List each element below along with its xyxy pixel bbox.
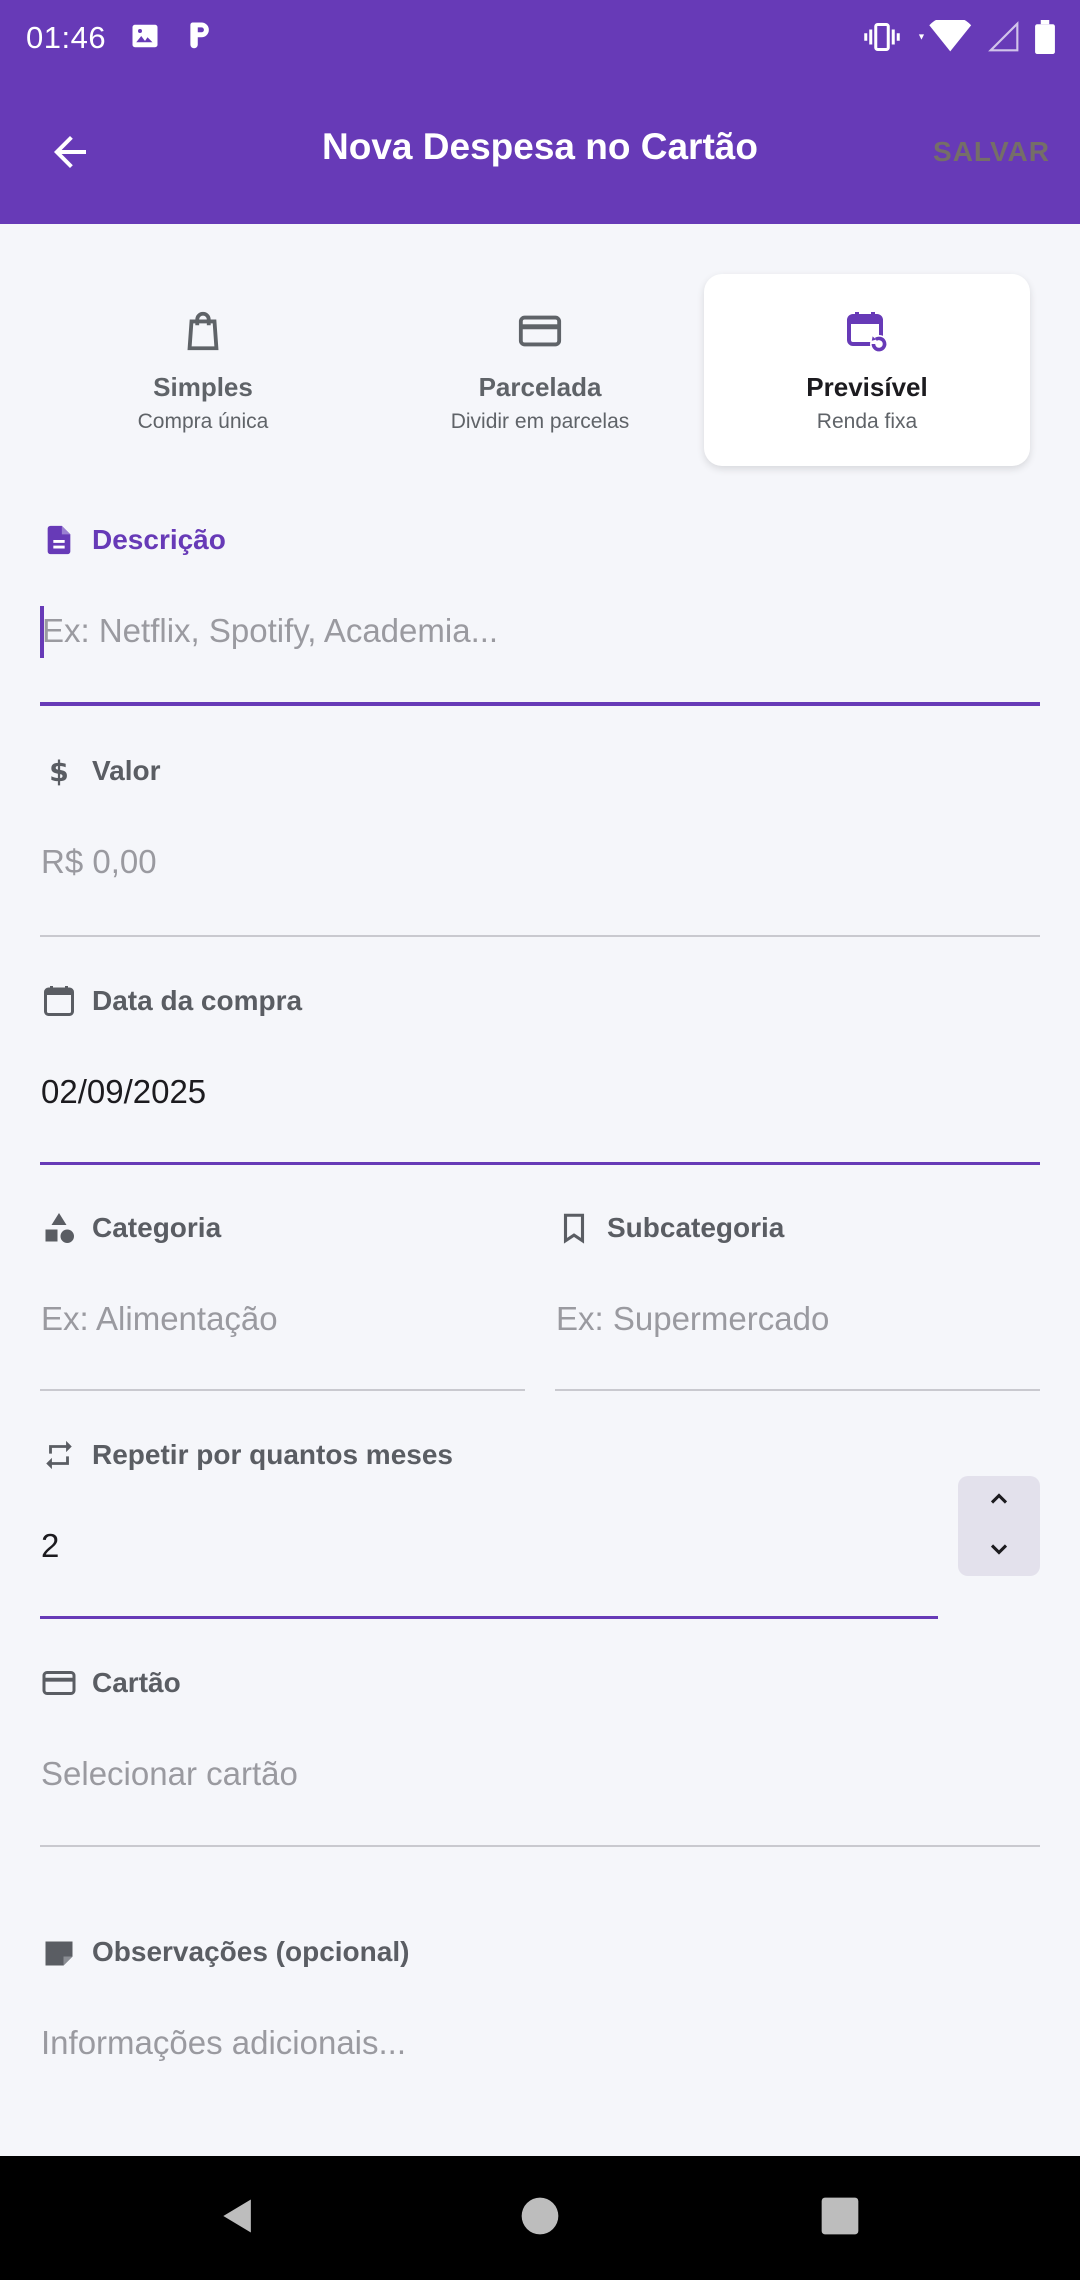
data-compra-underline [40,1162,1040,1165]
type-tab-previsivel[interactable]: Previsível Renda fixa [704,274,1030,466]
descricao-label: Descrição [40,520,226,560]
cartao-label: Cartão [40,1663,181,1703]
repeat-icon [40,1436,78,1474]
repetir-meses-input[interactable]: 2 [41,1527,59,1565]
nav-recents-button[interactable] [808,2186,872,2250]
save-button[interactable]: SALVAR [933,136,1050,168]
type-tab-title: Previsível [806,372,928,402]
vibrate-icon [862,22,902,57]
observacoes-field: Observações (opcional) Informações adici… [40,1932,1040,2082]
credit-card-icon [517,308,563,356]
recents-square-icon [820,2196,860,2241]
descricao-field: Descrição Ex: Netflix, Spotify, Academia… [40,520,1040,710]
type-tab-title: Simples [153,372,253,402]
expense-type-selector: Simples Compra única Parcelada Dividir e… [40,274,1040,466]
data-compra-label: Data da compra [40,981,302,1021]
app-bar: Nova Despesa no Cartão SALVAR [0,80,1080,224]
decrement-button[interactable] [958,1526,1040,1576]
nav-back-button[interactable] [206,2186,270,2250]
dollar-icon: $ [40,752,78,790]
chevron-down-icon [985,1535,1013,1568]
system-nav-bar [0,2156,1080,2280]
type-tab-title: Parcelada [478,372,602,402]
categoria-label: Categoria [40,1208,221,1248]
status-time: 01:46 [26,20,107,55]
svg-text:$: $ [49,755,69,788]
type-tab-simples[interactable]: Simples Compra única [40,274,366,466]
back-triangle-icon [216,2194,260,2243]
valor-input[interactable]: R$ 0,00 [41,843,157,881]
signal-icon [988,21,1020,58]
observacoes-input[interactable]: Informações adicionais... [41,2024,406,2062]
wifi-icon [916,16,974,59]
shopping-bag-icon [180,308,226,356]
credit-card-icon [40,1664,78,1702]
image-icon [130,21,160,56]
nav-home-button[interactable] [508,2186,572,2250]
type-tab-subtitle: Compra única [137,410,269,433]
subcategoria-label: Subcategoria [555,1208,784,1248]
subcategoria-field: Subcategoria Ex: Supermercado [555,1208,1040,1398]
document-icon [40,521,78,559]
calendar-repeat-icon [843,308,891,356]
increment-button[interactable] [958,1476,1040,1526]
data-compra-input[interactable]: 02/09/2025 [41,1073,206,1111]
note-icon [40,1933,78,1971]
type-tab-subtitle: Dividir em parcelas [450,410,630,433]
categoria-underline [40,1389,525,1391]
valor-label: $ Valor [40,751,160,791]
subcategoria-input[interactable]: Ex: Supermercado [556,1300,829,1338]
battery-icon [1034,20,1056,59]
type-tab-parcelada[interactable]: Parcelada Dividir em parcelas [377,274,703,466]
categoria-input[interactable]: Ex: Alimentação [41,1300,278,1338]
status-bar: 01:46 [0,0,1080,80]
home-circle-icon [520,2196,560,2241]
page-title: Nova Despesa no Cartão [322,126,758,167]
category-icon [40,1209,78,1247]
cartao-field: Cartão Selecionar cartão [40,1663,1040,1853]
valor-underline [40,935,1040,937]
calendar-icon [40,982,78,1020]
valor-field: $ Valor R$ 0,00 [40,751,1040,941]
subcategoria-underline [555,1389,1040,1391]
observacoes-label: Observações (opcional) [40,1932,409,1972]
repetir-meses-label: Repetir por quantos meses [40,1435,453,1475]
descricao-input[interactable]: Ex: Netflix, Spotify, Academia... [42,612,498,650]
type-tab-subtitle: Renda fixa [816,410,918,433]
data-compra-field: Data da compra 02/09/2025 [40,981,1040,1171]
quantity-stepper [958,1476,1040,1576]
repetir-meses-underline [40,1616,938,1619]
descricao-underline [40,702,1040,706]
bookmark-icon [555,1209,593,1247]
cartao-select[interactable]: Selecionar cartão [41,1755,298,1793]
p-app-icon [184,20,214,57]
cartao-underline [40,1845,1040,1847]
repetir-meses-field: Repetir por quantos meses 2 [40,1435,938,1625]
chevron-up-icon [985,1485,1013,1518]
categoria-field: Categoria Ex: Alimentação [40,1208,525,1398]
